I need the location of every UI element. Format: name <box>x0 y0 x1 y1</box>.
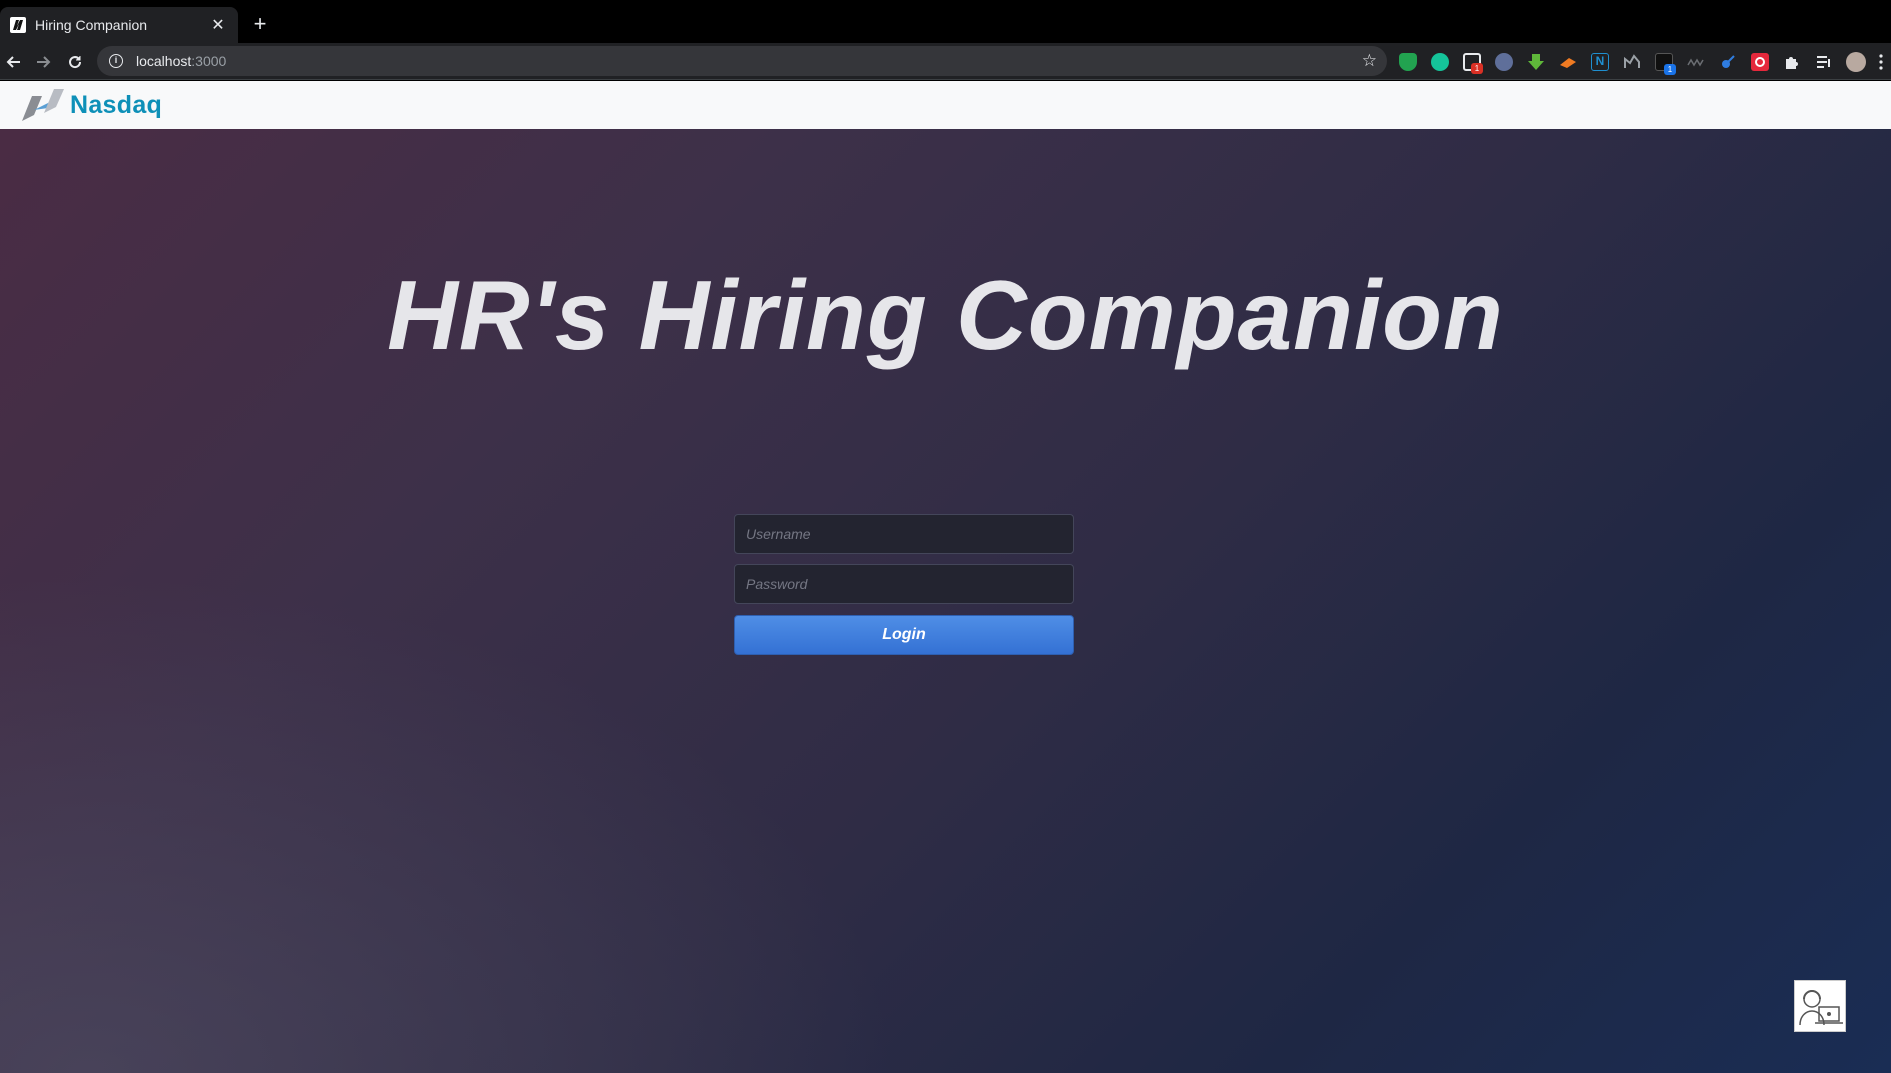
close-tab-icon[interactable]: ✕ <box>208 15 228 35</box>
password-input[interactable] <box>734 564 1074 604</box>
url-port: :3000 <box>191 53 227 69</box>
nasdaq-favicon-icon <box>10 17 26 33</box>
extension-badge: 1 <box>1664 64 1676 75</box>
cube-extension-icon[interactable]: 1 <box>1655 53 1676 75</box>
blue-tool-extension-icon[interactable] <box>1719 53 1737 71</box>
back-icon[interactable] <box>2 50 26 74</box>
site-info-icon[interactable]: i <box>109 54 123 68</box>
tab-title: Hiring Companion <box>35 17 148 33</box>
url-text: localhost:3000 <box>136 53 226 69</box>
screen-extension-icon[interactable]: 1 <box>1463 53 1483 74</box>
extension-badge: 1 <box>1471 63 1483 74</box>
browser-toolbar: i localhost:3000 ☆ 1 N 1 <box>0 43 1891 80</box>
browser-tab[interactable]: Hiring Companion ✕ <box>0 7 238 43</box>
people-extension-icon[interactable] <box>1495 53 1513 71</box>
shield-extension-icon[interactable] <box>1399 53 1417 71</box>
login-button[interactable]: Login <box>734 615 1074 655</box>
url-host: localhost <box>136 53 192 69</box>
support-illustration-icon[interactable] <box>1794 980 1846 1032</box>
grammarly-extension-icon[interactable] <box>1431 53 1449 71</box>
download-extension-icon[interactable] <box>1527 53 1545 71</box>
page-title: HR's Hiring Companion <box>387 260 1504 370</box>
red-extension-icon[interactable] <box>1751 53 1769 71</box>
n-extension-icon[interactable]: N <box>1591 53 1609 71</box>
new-tab-button[interactable]: + <box>248 12 272 36</box>
nasdaq-logo-icon <box>22 89 64 121</box>
bookmark-star-icon[interactable]: ☆ <box>1362 51 1377 71</box>
puzzle-extensions-icon[interactable] <box>1783 53 1801 71</box>
media-queue-icon[interactable] <box>1815 53 1833 71</box>
orange-extension-icon[interactable] <box>1559 53 1577 71</box>
waves-extension-icon[interactable] <box>1687 53 1705 71</box>
reload-icon[interactable] <box>63 50 87 74</box>
chart-extension-icon[interactable] <box>1623 53 1641 71</box>
address-bar[interactable]: i localhost:3000 ☆ <box>97 46 1387 76</box>
browser-tab-bar: Hiring Companion ✕ + <box>0 0 1891 43</box>
username-input[interactable] <box>734 514 1074 554</box>
app-navbar: Nasdaq <box>0 81 1891 129</box>
logo-text: Nasdaq <box>70 90 163 119</box>
login-hero: HR's Hiring Companion Login <box>0 129 1891 1073</box>
browser-menu-icon[interactable] <box>1878 53 1884 71</box>
profile-avatar[interactable] <box>1846 52 1866 72</box>
nasdaq-logo[interactable]: Nasdaq <box>20 85 162 125</box>
forward-icon[interactable] <box>31 50 55 74</box>
